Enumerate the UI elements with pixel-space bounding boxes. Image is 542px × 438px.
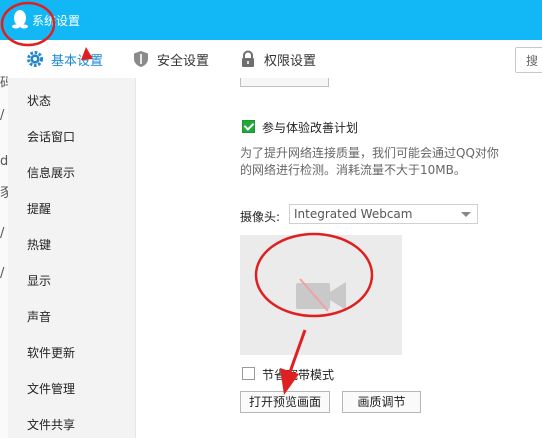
experience-program-description: 为了提升网络连接质量，我们可能会通过QQ对你的网络进行检测。消耗流量不大于10M… bbox=[240, 146, 499, 177]
tab-permission-settings[interactable]: 权限设置 bbox=[239, 49, 319, 69]
shield-icon bbox=[134, 51, 148, 67]
background-glyph: 码 bbox=[0, 76, 8, 91]
search-text: 搜 bbox=[526, 54, 539, 68]
settings-sidebar: 状态 会话窗口 信息展示 提醒 热键 显示 声音 软件更新 文件管理 文件共享 bbox=[8, 78, 136, 438]
camera-select[interactable]: Integrated Webcam bbox=[289, 204, 478, 224]
chevron-down-icon bbox=[461, 212, 471, 217]
sidebar-item-status[interactable]: 状态 bbox=[27, 92, 51, 109]
settings-tab-bar: 基本设置 安全设置 权限设置 搜 bbox=[0, 40, 542, 79]
qq-penguin-icon bbox=[12, 10, 28, 29]
background-glyph: d bbox=[0, 154, 8, 169]
save-bandwidth-label: 节省宽带模式 bbox=[262, 368, 335, 382]
experience-program-label: 参与体验改善计划 bbox=[262, 121, 359, 135]
sidebar-item-info-display[interactable]: 信息展示 bbox=[27, 164, 75, 181]
sidebar-item-reminder[interactable]: 提醒 bbox=[27, 200, 51, 217]
experience-program-checkbox[interactable] bbox=[242, 120, 255, 133]
background-glyph: / bbox=[0, 266, 5, 281]
sidebar-item-file-management[interactable]: 文件管理 bbox=[27, 380, 75, 397]
quality-adjust-button[interactable]: 画质调节 bbox=[342, 391, 421, 413]
search-input[interactable]: 搜 bbox=[515, 47, 542, 73]
camera-off-icon bbox=[296, 278, 346, 312]
sidebar-item-file-sharing[interactable]: 文件共享 bbox=[27, 416, 75, 433]
scrolled-button-fragment bbox=[240, 78, 329, 87]
gear-icon bbox=[27, 51, 43, 67]
tab-label: 权限设置 bbox=[264, 54, 317, 69]
lock-icon bbox=[242, 50, 254, 67]
sidebar-item-hotkeys[interactable]: 热键 bbox=[27, 236, 51, 253]
tab-label: 安全设置 bbox=[157, 54, 210, 69]
tab-basic-settings[interactable]: 基本设置 bbox=[26, 49, 106, 69]
title-bar: 系统设置 bbox=[0, 0, 542, 40]
background-glyph: 豕 bbox=[0, 186, 8, 201]
sidebar-item-software-update[interactable]: 软件更新 bbox=[27, 344, 75, 361]
background-window-strip: 码 / d 豕 / / bbox=[0, 76, 8, 438]
background-glyph: / bbox=[0, 226, 5, 241]
tab-label: 基本设置 bbox=[51, 54, 104, 69]
sidebar-item-display[interactable]: 显示 bbox=[27, 272, 51, 289]
sidebar-item-chat-window[interactable]: 会话窗口 bbox=[27, 128, 75, 145]
sidebar-item-sound[interactable]: 声音 bbox=[27, 308, 51, 325]
save-bandwidth-checkbox[interactable] bbox=[242, 367, 255, 380]
window-title: 系统设置 bbox=[32, 14, 81, 28]
tab-security-settings[interactable]: 安全设置 bbox=[132, 49, 212, 69]
settings-content: 参与体验改善计划 为了提升网络连接质量，我们可能会通过QQ对你的网络进行检测。消… bbox=[136, 78, 542, 438]
background-glyph: / bbox=[0, 108, 5, 123]
camera-preview bbox=[240, 235, 402, 355]
camera-selected-value: Integrated Webcam bbox=[294, 207, 413, 221]
open-preview-button[interactable]: 打开预览画面 bbox=[240, 391, 330, 413]
camera-label: 摄像头: bbox=[240, 210, 281, 224]
